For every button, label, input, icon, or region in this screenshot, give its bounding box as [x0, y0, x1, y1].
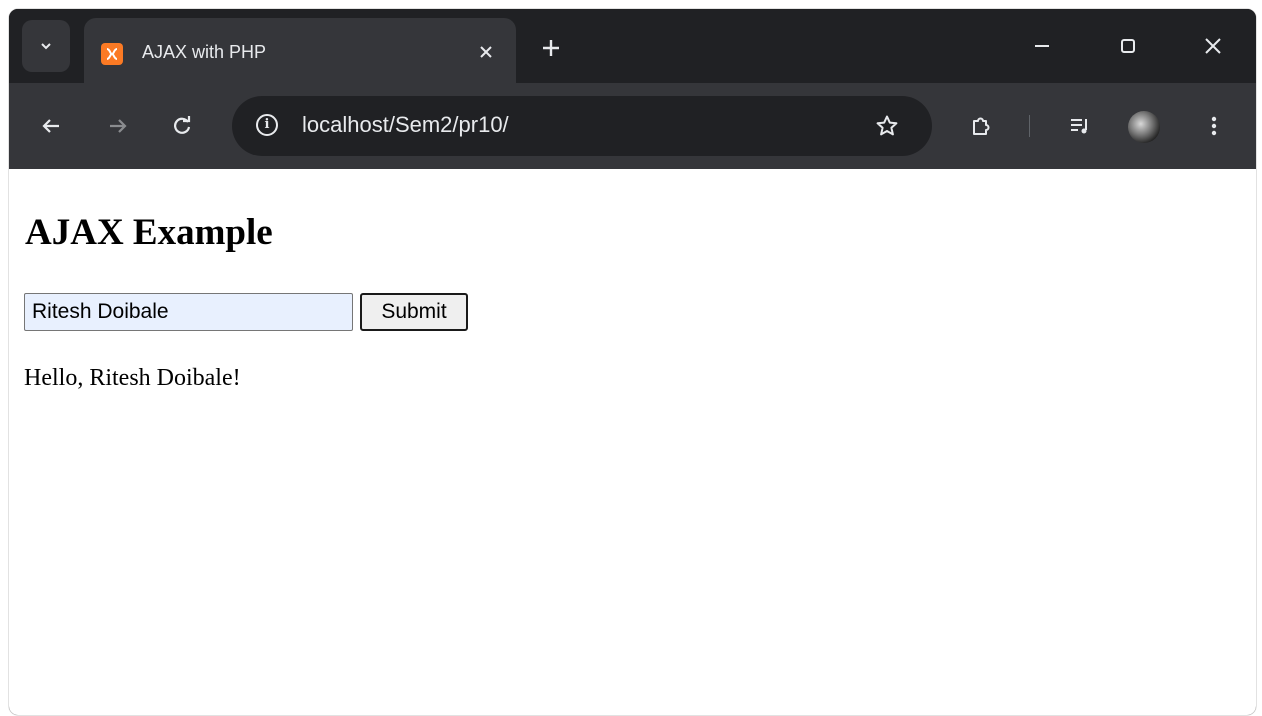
menu-button[interactable] — [1199, 111, 1229, 141]
site-info-icon[interactable]: i — [256, 114, 278, 136]
maximize-button[interactable] — [1113, 31, 1143, 61]
profile-avatar[interactable] — [1128, 111, 1160, 143]
reload-icon — [174, 116, 191, 134]
page-title: AJAX Example — [25, 212, 273, 253]
result-message: Hello, Ritesh Doibale! — [24, 365, 241, 391]
back-button[interactable] — [36, 111, 66, 141]
forward-button[interactable] — [103, 111, 133, 141]
address-bar[interactable]: i localhost/Sem2/pr10/ — [232, 96, 932, 156]
media-controls-button[interactable] — [1065, 111, 1095, 141]
minimize-icon — [1035, 45, 1049, 47]
tab-active[interactable]: AJAX with PHP — [84, 18, 516, 83]
close-window-button[interactable] — [1198, 31, 1228, 61]
tab-title: AJAX with PHP — [142, 42, 267, 62]
extensions-button[interactable] — [966, 111, 996, 141]
reload-button[interactable] — [167, 111, 197, 141]
puzzle-icon — [973, 117, 990, 135]
arrow-right-icon — [110, 119, 127, 133]
minimize-button[interactable] — [1027, 31, 1057, 61]
maximize-icon — [1121, 39, 1135, 53]
tab-strip: AJAX with PHP — [9, 9, 1256, 83]
tab-close-icon[interactable] — [476, 42, 496, 62]
browser-toolbar: i localhost/Sem2/pr10/ — [9, 83, 1256, 169]
arrow-left-icon — [42, 119, 59, 133]
new-tab-button[interactable] — [537, 34, 565, 62]
plus-icon — [543, 40, 559, 56]
name-input[interactable] — [24, 293, 353, 331]
bookmark-star-icon[interactable] — [872, 111, 902, 141]
submit-button[interactable]: Submit — [360, 293, 468, 331]
toolbar-separator — [1029, 115, 1030, 137]
tab-search-button[interactable] — [22, 20, 70, 72]
address-url[interactable]: localhost/Sem2/pr10/ — [302, 112, 509, 138]
page-content: AJAX Example Submit Hello, Ritesh Doibal… — [9, 169, 1256, 715]
browser-window: AJAX with PHP i localhost/Sem2/pr10/ AJA… — [9, 9, 1256, 715]
chevron-down-icon — [41, 43, 51, 50]
close-icon — [1205, 38, 1221, 54]
more-vert-icon — [1211, 116, 1217, 136]
xampp-icon — [101, 43, 123, 65]
playlist-icon — [1071, 119, 1087, 134]
